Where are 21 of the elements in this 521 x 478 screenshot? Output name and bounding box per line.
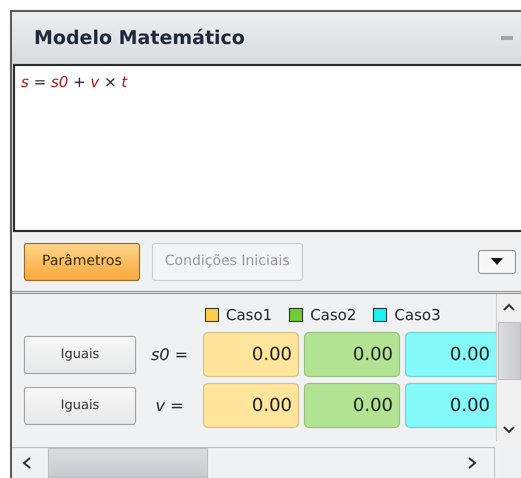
value-field[interactable]: 0.00 [405,383,496,428]
panel-title: Modelo Matemático [34,26,246,51]
dropdown-button[interactable] [478,250,516,274]
parameter-label: s0 = [150,344,189,366]
legend-label: Caso1 [226,304,272,326]
value-field[interactable]: 0.00 [304,332,400,377]
formula-editor[interactable]: s = s0 + v × t [13,64,521,232]
legend-label: Caso2 [310,304,356,326]
equal-button[interactable]: Iguais [24,336,136,374]
caret-icon [491,258,503,265]
horizontal-scrollbar[interactable] [12,447,495,478]
tab[interactable]: Parâmetros [24,242,140,280]
value-field[interactable]: 0.00 [203,332,299,377]
formula-text: s = s0 + v × t [21,73,128,91]
value-field[interactable]: 0.00 [405,332,496,377]
parameter-label: v = [154,394,184,416]
equal-button[interactable]: Iguais [24,386,136,424]
legend-label: Caso3 [394,304,441,326]
vertical-scrollbar[interactable] [496,294,521,441]
value-field[interactable]: 0.00 [203,383,299,428]
value-field[interactable]: 0.00 [304,383,400,428]
